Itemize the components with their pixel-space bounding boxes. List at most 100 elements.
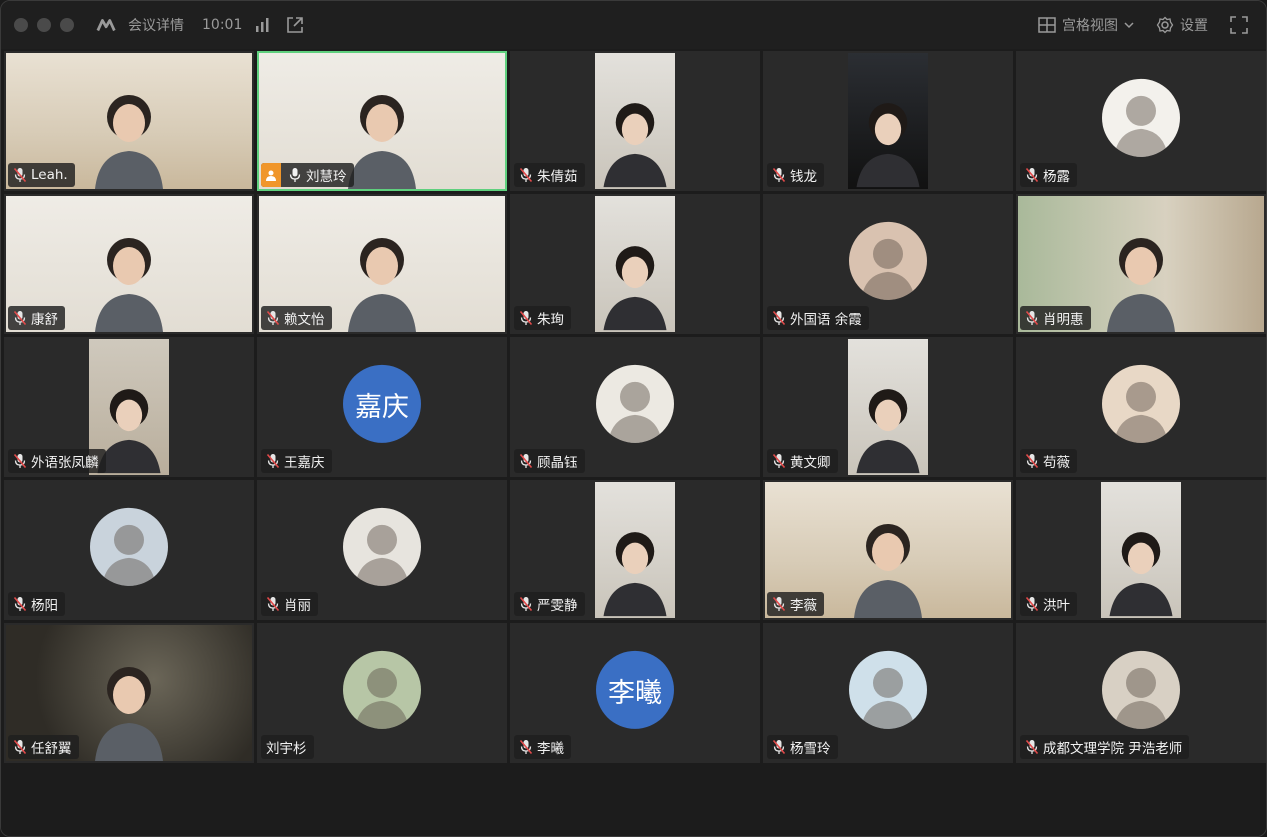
participant-name: 朱珣 <box>537 312 564 328</box>
avatar-image <box>343 650 421 729</box>
settings-button[interactable]: 设置 <box>1156 15 1208 35</box>
person-silhouette <box>603 532 667 617</box>
name-tag: 肖丽 <box>261 592 318 616</box>
mic-muted-icon <box>519 167 533 183</box>
person-silhouette <box>603 246 667 331</box>
avatar-image <box>849 221 927 300</box>
person-silhouette <box>856 389 920 474</box>
participant-tile[interactable]: Leah. <box>4 51 254 191</box>
name-tag: 李薇 <box>767 592 824 616</box>
grid-view-icon <box>1038 17 1056 33</box>
name-tag: 任舒翼 <box>8 735 79 759</box>
name-tag: 杨阳 <box>8 592 65 616</box>
avatar-initials: 李曦 <box>596 650 674 729</box>
participant-name: 严雯静 <box>537 598 578 614</box>
person-silhouette <box>95 95 163 189</box>
gear-icon <box>1156 16 1174 34</box>
mic-muted-icon <box>13 167 27 183</box>
fullscreen-button[interactable] <box>1230 16 1248 34</box>
fullscreen-icon <box>1230 16 1248 34</box>
participant-tile[interactable]: 杨雪玲 <box>763 623 1013 763</box>
participant-tile[interactable]: 严雯静 <box>510 480 760 620</box>
participant-tile[interactable]: 外语张凤麟 <box>4 337 254 477</box>
mic-muted-icon <box>1025 596 1039 612</box>
participant-tile[interactable]: 李薇 <box>763 480 1013 620</box>
mic-muted-icon <box>772 596 786 612</box>
avatar-image <box>343 507 421 586</box>
mic-icon <box>289 168 301 182</box>
name-tag: 肖明惠 <box>1020 306 1091 330</box>
participant-tile[interactable]: 李曦 李曦 <box>510 623 760 763</box>
mic-muted-icon <box>772 453 786 469</box>
participant-tile[interactable]: 杨阳 <box>4 480 254 620</box>
participant-name: 朱倩茹 <box>537 169 578 185</box>
participant-tile[interactable]: 肖明惠 <box>1016 194 1266 334</box>
mic-muted-icon <box>13 310 27 326</box>
participant-name: 钱龙 <box>790 169 817 185</box>
zoom-window-button[interactable] <box>60 18 74 32</box>
name-tag: 刘宇杉 <box>261 735 314 759</box>
close-window-button[interactable] <box>14 18 28 32</box>
name-tag: 苟薇 <box>1020 449 1077 473</box>
participant-tile[interactable]: 任舒翼 <box>4 623 254 763</box>
participant-name: 李薇 <box>790 598 817 614</box>
participant-name: 洪叶 <box>1043 598 1070 614</box>
avatar-image <box>1102 364 1180 443</box>
participant-name: 王嘉庆 <box>284 455 325 471</box>
person-silhouette <box>856 103 920 188</box>
name-tag: 杨露 <box>1020 163 1077 187</box>
participant-tile[interactable]: 苟薇 <box>1016 337 1266 477</box>
participant-tile[interactable]: 康舒 <box>4 194 254 334</box>
participant-name: 顾晶钰 <box>537 455 578 471</box>
mic-muted-icon <box>266 310 280 326</box>
participant-tile[interactable]: 杨露 <box>1016 51 1266 191</box>
participant-tile[interactable]: 顾晶钰 <box>510 337 760 477</box>
name-tag: 杨雪玲 <box>767 735 838 759</box>
bottom-empty-area <box>1 766 1266 836</box>
name-tag: 黄文卿 <box>767 449 838 473</box>
view-mode-dropdown[interactable]: 宫格视图 <box>1038 15 1134 35</box>
meeting-details-button[interactable]: 会议详情 <box>128 15 184 35</box>
signal-icon[interactable] <box>252 14 274 36</box>
participant-tile[interactable]: 刘宇杉 <box>257 623 507 763</box>
participant-tile[interactable]: 肖丽 <box>257 480 507 620</box>
name-tag: 朱倩茹 <box>514 163 585 187</box>
participant-tile[interactable]: 朱倩茹 <box>510 51 760 191</box>
participant-tile[interactable]: 嘉庆 王嘉庆 <box>257 337 507 477</box>
mic-muted-icon <box>266 453 280 469</box>
mic-muted-icon <box>1025 310 1039 326</box>
participant-tile[interactable]: 黄文卿 <box>763 337 1013 477</box>
minimize-window-button[interactable] <box>37 18 51 32</box>
participant-name: 刘宇杉 <box>266 741 307 757</box>
share-icon[interactable] <box>284 14 306 36</box>
mic-muted-icon <box>13 739 27 755</box>
settings-label: 设置 <box>1180 18 1208 34</box>
video-feed-portrait <box>848 53 928 189</box>
participant-tile[interactable]: 赖文怡 <box>257 194 507 334</box>
participant-tile[interactable]: 洪叶 <box>1016 480 1266 620</box>
participant-tile[interactable]: 钱龙 <box>763 51 1013 191</box>
participant-name: Leah. <box>31 167 68 183</box>
participant-name: 杨露 <box>1043 169 1070 185</box>
name-tag: Leah. <box>8 163 75 187</box>
participant-tile[interactable]: 成都文理学院 尹浩老师 <box>1016 623 1266 763</box>
participant-tile[interactable]: 刘慧玲 <box>257 51 507 191</box>
participant-tile[interactable]: 外国语 余霞 <box>763 194 1013 334</box>
app-logo-icon <box>96 14 118 36</box>
name-tag: 顾晶钰 <box>514 449 585 473</box>
participant-name: 黄文卿 <box>790 455 831 471</box>
participant-name: 外语张凤麟 <box>31 455 99 471</box>
participant-name: 刘慧玲 <box>306 169 347 185</box>
name-tag: 李曦 <box>514 735 571 759</box>
participant-name: 肖丽 <box>284 598 311 614</box>
window-controls <box>14 18 74 32</box>
participant-tile[interactable]: 朱珣 <box>510 194 760 334</box>
mic-muted-icon <box>772 167 786 183</box>
view-mode-label: 宫格视图 <box>1062 18 1118 34</box>
name-tag: 赖文怡 <box>261 306 332 330</box>
person-silhouette <box>348 238 416 332</box>
mic-muted-icon <box>13 453 27 469</box>
person-silhouette <box>854 524 922 618</box>
mic-muted-icon <box>13 596 27 612</box>
name-tag: 外语张凤麟 <box>8 449 106 473</box>
